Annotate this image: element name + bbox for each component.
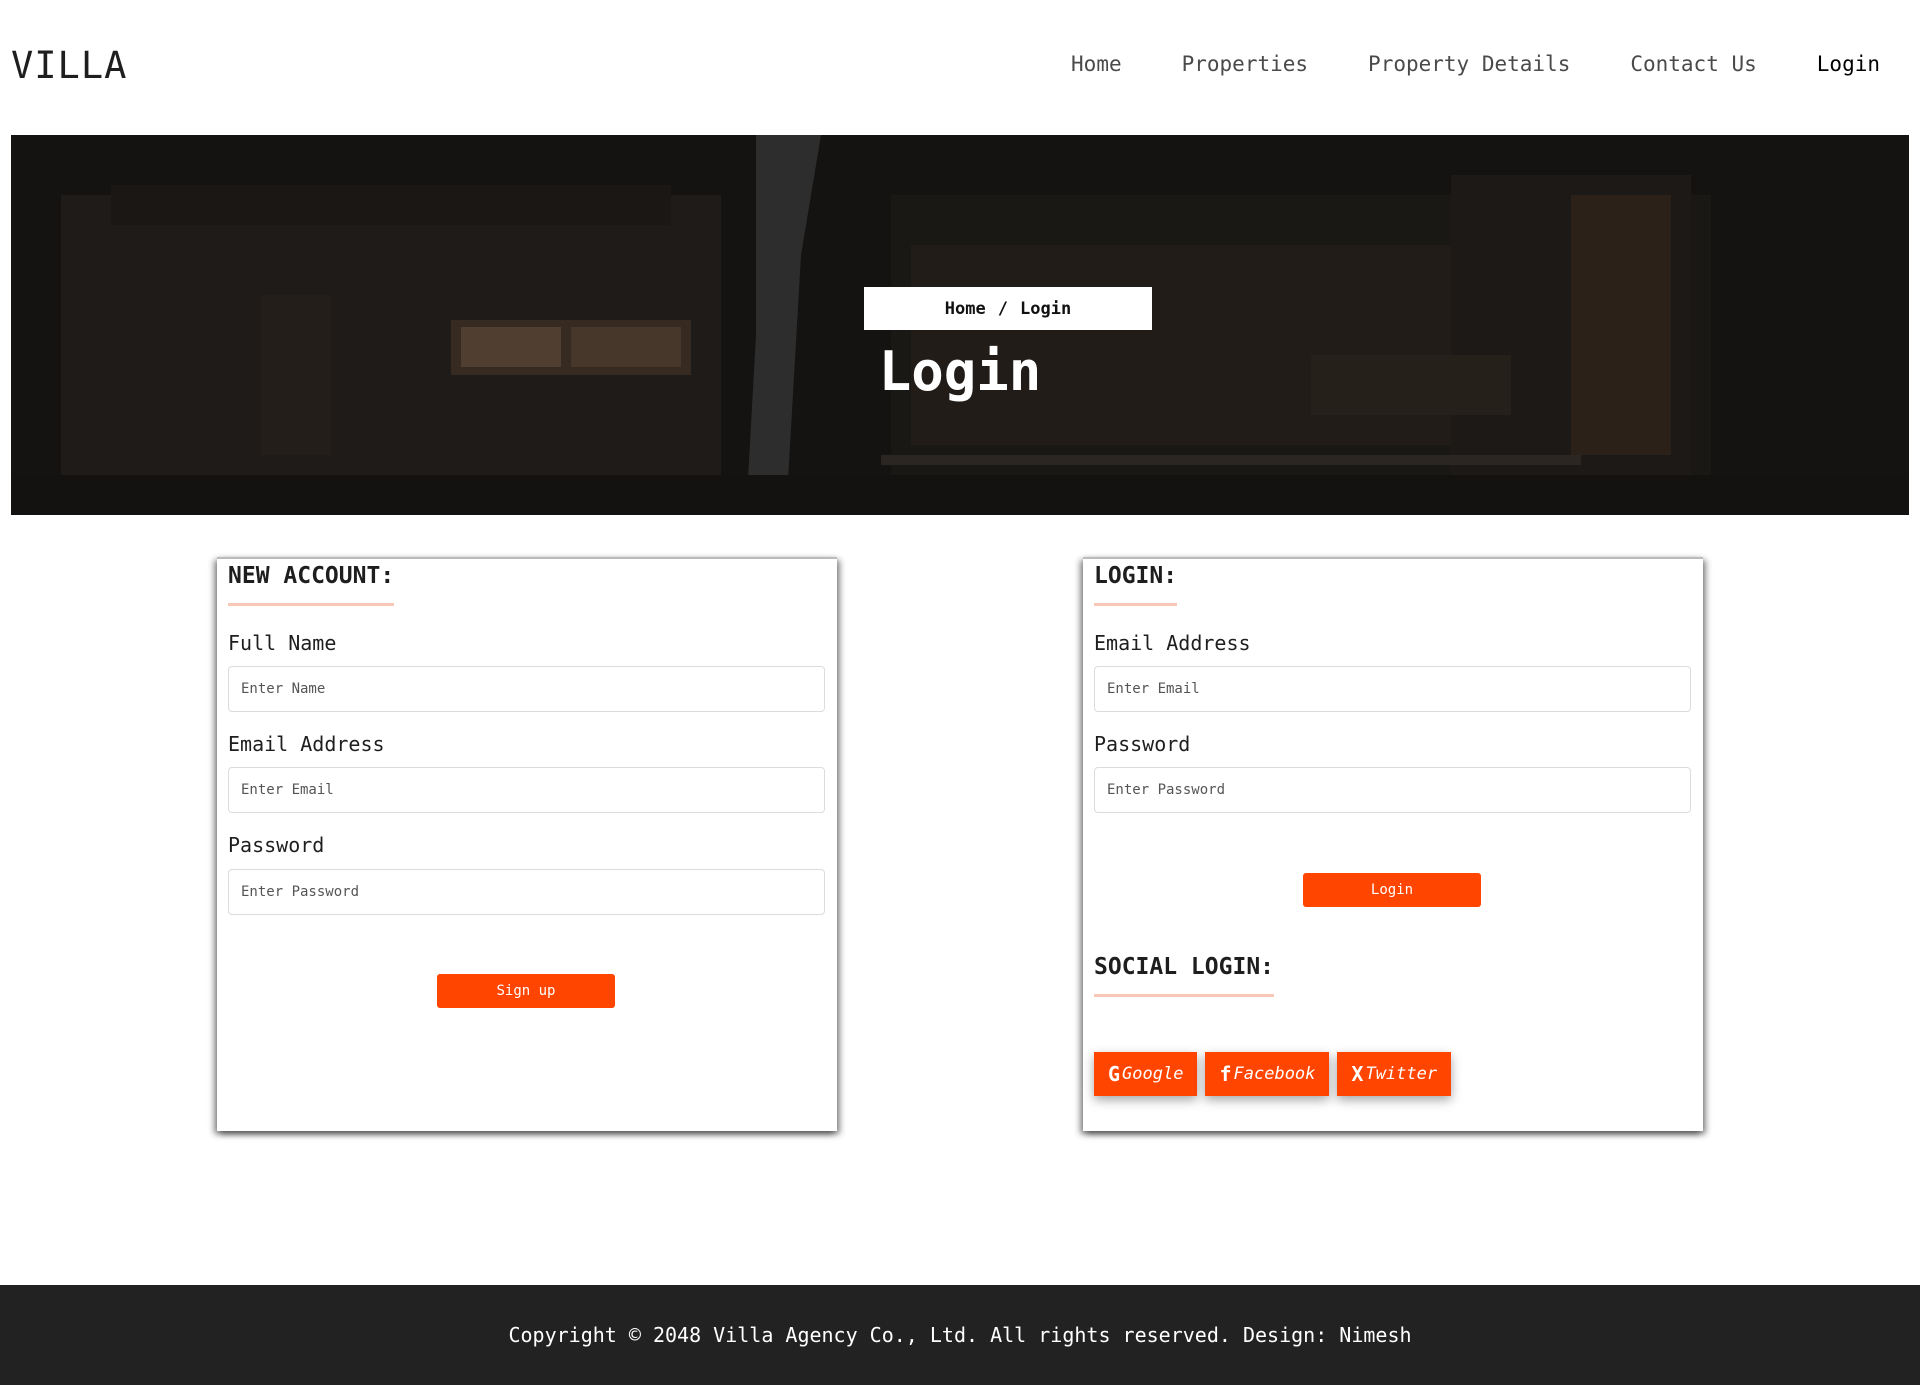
copyright-text: Copyright © 2048 Villa Agency Co., Ltd. … — [508, 1323, 1412, 1347]
hero-banner: Home / Login Login — [11, 135, 1909, 515]
main-nav: Home Properties Property Details Contact… — [1011, 52, 1880, 76]
x-twitter-icon: X — [1351, 1062, 1364, 1086]
brand-logo[interactable]: VILLA — [11, 44, 127, 87]
page-title: Login — [878, 340, 1042, 403]
breadcrumb-home[interactable]: Home — [945, 299, 986, 319]
signup-email-input[interactable] — [228, 767, 825, 813]
login-card: LOGIN: Email Address Password Login SOCI… — [1083, 557, 1703, 1131]
google-login-button[interactable]: G Google — [1094, 1052, 1198, 1096]
login-heading: LOGIN: — [1094, 563, 1178, 606]
facebook-label: Facebook — [1233, 1064, 1316, 1084]
breadcrumb-separator: / — [997, 298, 1008, 319]
login-button[interactable]: Login — [1303, 873, 1481, 907]
nav-login[interactable]: Login — [1817, 52, 1880, 76]
full-name-label: Full Name — [228, 631, 337, 655]
signup-password-input[interactable] — [228, 869, 825, 915]
twitter-login-button[interactable]: X Twitter — [1337, 1052, 1452, 1096]
signup-button[interactable]: Sign up — [437, 974, 615, 1008]
login-password-input[interactable] — [1094, 767, 1691, 813]
login-email-label: Email Address — [1094, 631, 1251, 655]
site-footer: Copyright © 2048 Villa Agency Co., Ltd. … — [0, 1285, 1920, 1385]
full-name-input[interactable] — [228, 666, 825, 712]
signup-heading: NEW ACCOUNT: — [228, 563, 395, 606]
nav-contact-us[interactable]: Contact Us — [1630, 52, 1756, 76]
nav-home[interactable]: Home — [1071, 52, 1122, 76]
google-icon: G — [1108, 1062, 1121, 1086]
twitter-label: Twitter — [1365, 1064, 1438, 1084]
site-header: VILLA Home Properties Property Details C… — [0, 0, 1920, 135]
google-label: Google — [1122, 1064, 1184, 1084]
facebook-login-button[interactable]: f Facebook — [1205, 1052, 1330, 1096]
signup-card: NEW ACCOUNT: Full Name Email Address Pas… — [217, 557, 837, 1131]
social-login-heading: SOCIAL LOGIN: — [1094, 954, 1275, 997]
breadcrumb-current: Login — [1020, 298, 1072, 319]
nav-property-details[interactable]: Property Details — [1368, 52, 1570, 76]
social-login-buttons: G Google f Facebook X Twitter — [1094, 1052, 1452, 1096]
signup-password-label: Password — [228, 833, 325, 857]
facebook-icon: f — [1219, 1062, 1232, 1086]
nav-properties[interactable]: Properties — [1182, 52, 1308, 76]
signup-email-label: Email Address — [228, 732, 385, 756]
breadcrumb: Home / Login — [864, 287, 1152, 330]
login-email-input[interactable] — [1094, 666, 1691, 712]
login-password-label: Password — [1094, 732, 1191, 756]
